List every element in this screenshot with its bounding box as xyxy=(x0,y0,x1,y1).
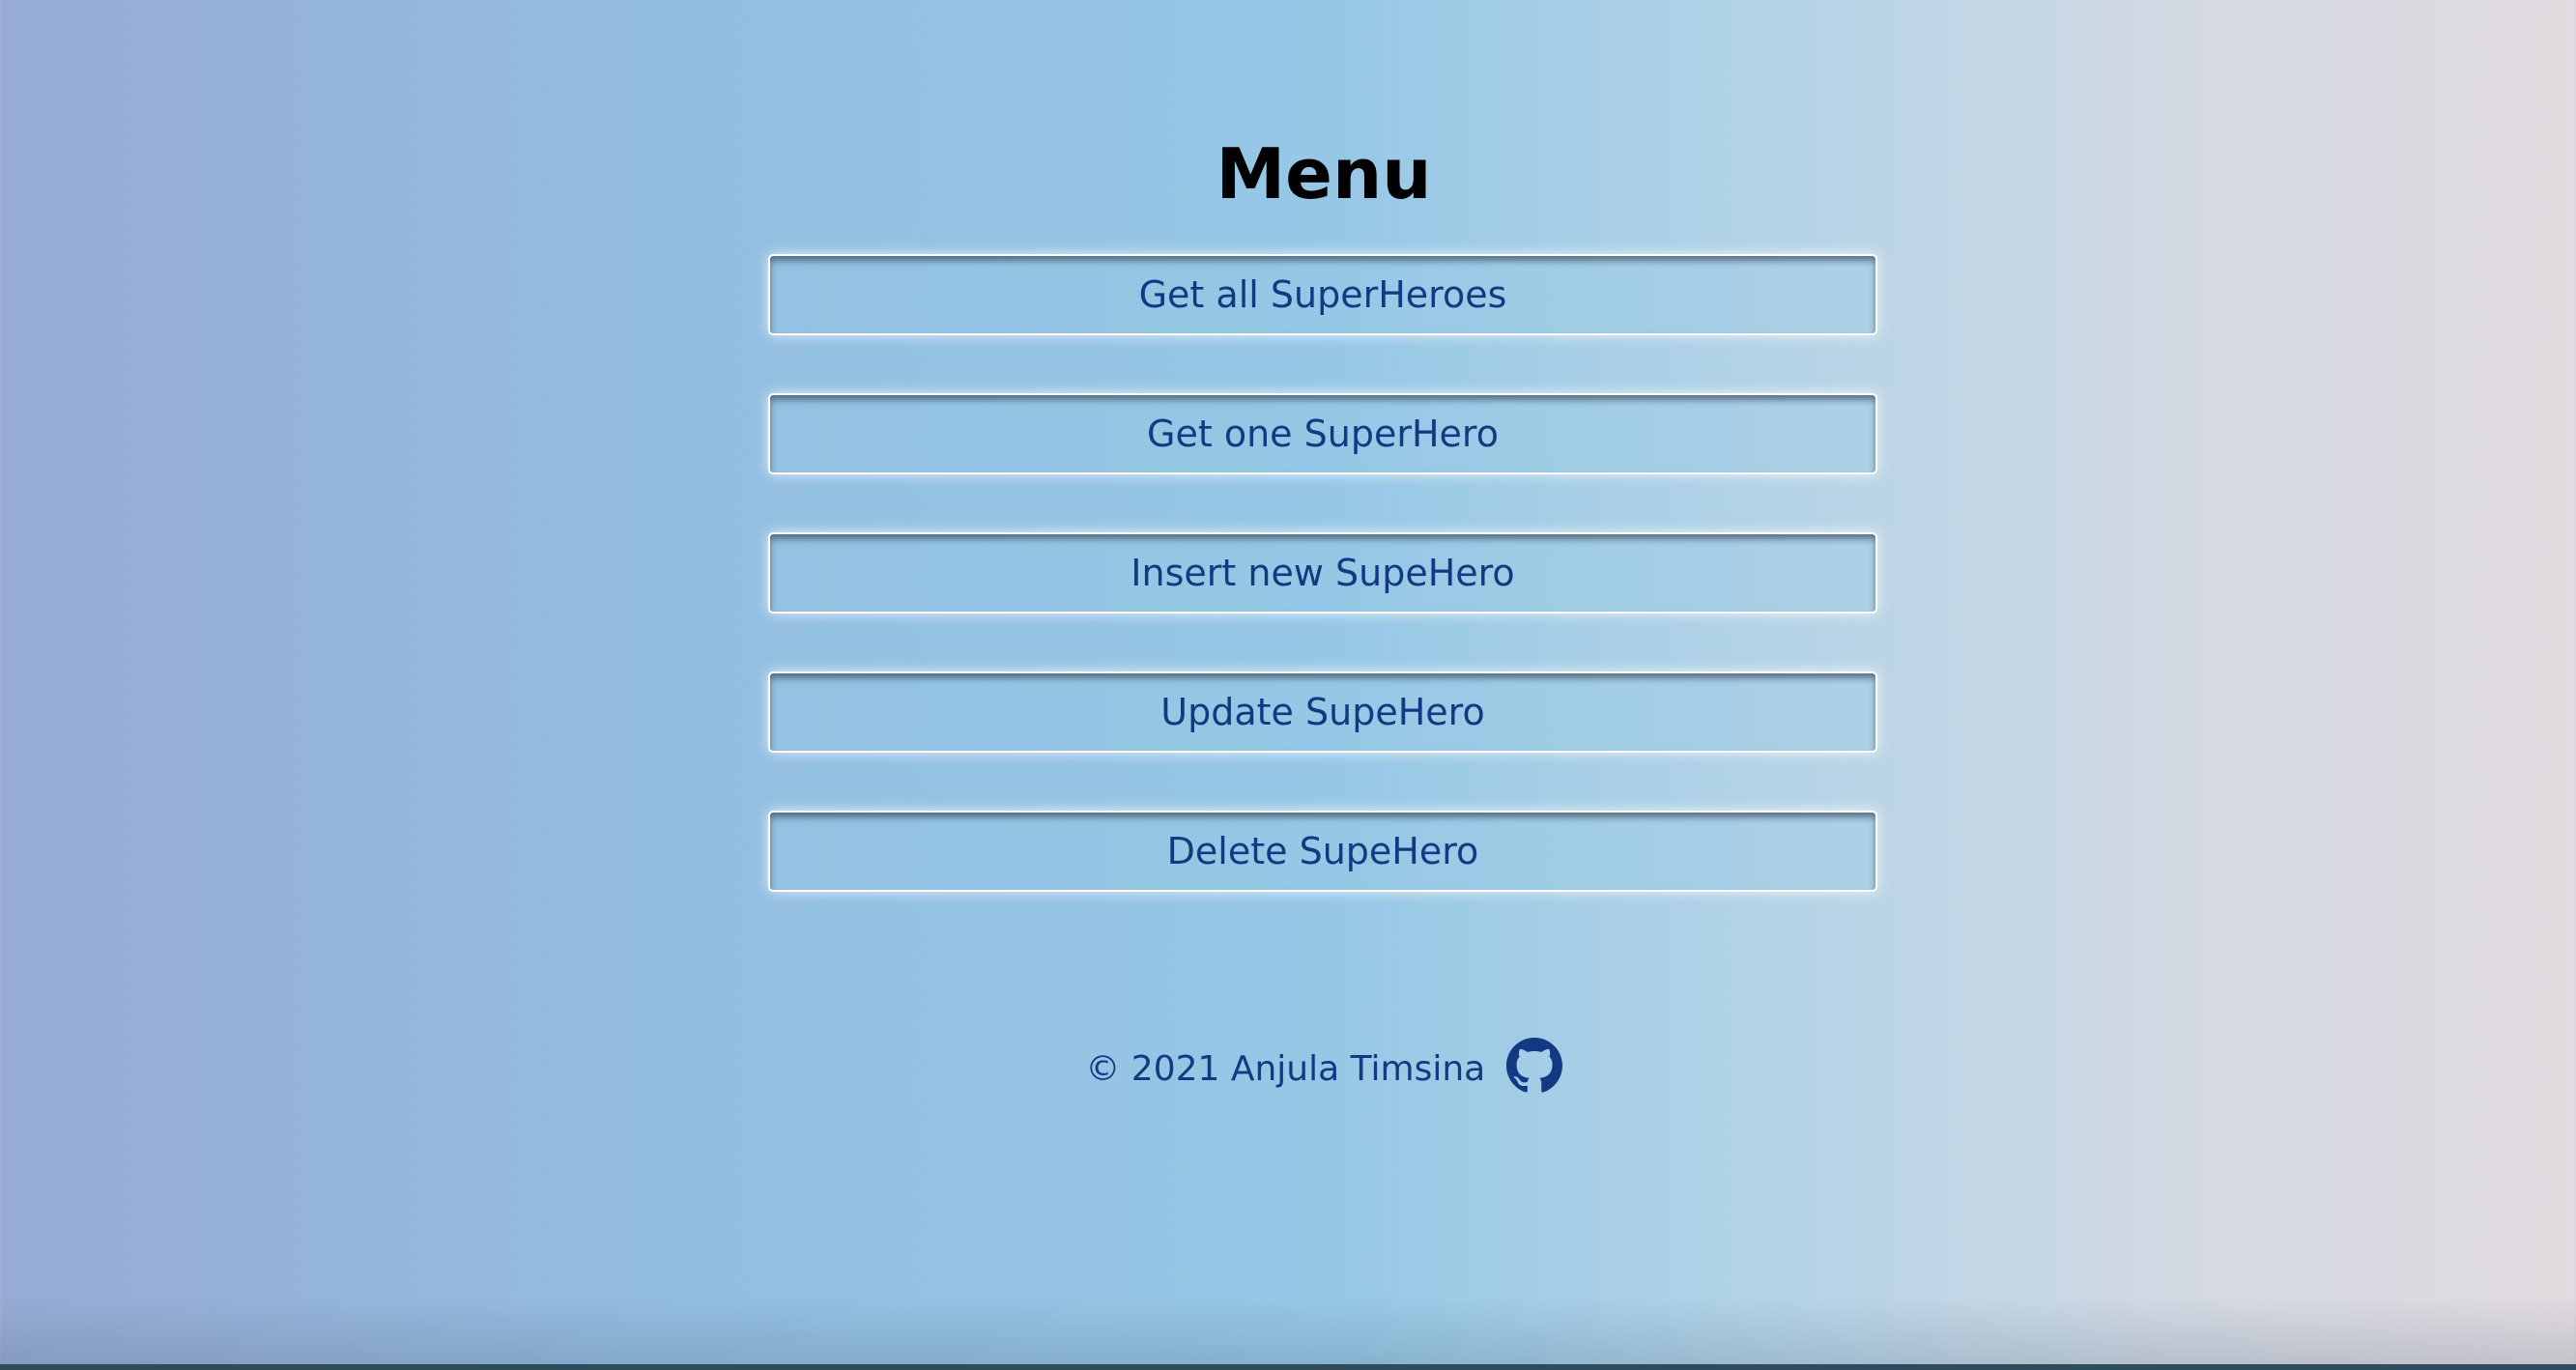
github-icon[interactable] xyxy=(1505,1038,1562,1094)
update-superhero-button[interactable]: Update SupeHero xyxy=(768,671,1877,753)
insert-new-superhero-button[interactable]: Insert new SupeHero xyxy=(768,532,1877,614)
bottom-shade xyxy=(0,1297,2576,1364)
get-all-superheroes-button[interactable]: Get all SuperHeroes xyxy=(768,254,1877,335)
footer-copyright: © 2021 Anjula Timsina xyxy=(1085,1049,1486,1089)
footer: © 2021 Anjula Timsina xyxy=(0,1038,2576,1100)
page-title: Menu xyxy=(1216,133,1432,214)
bottom-bar xyxy=(0,1364,2576,1370)
delete-superhero-button[interactable]: Delete SupeHero xyxy=(768,811,1877,892)
get-one-superhero-button[interactable]: Get one SuperHero xyxy=(768,393,1877,474)
